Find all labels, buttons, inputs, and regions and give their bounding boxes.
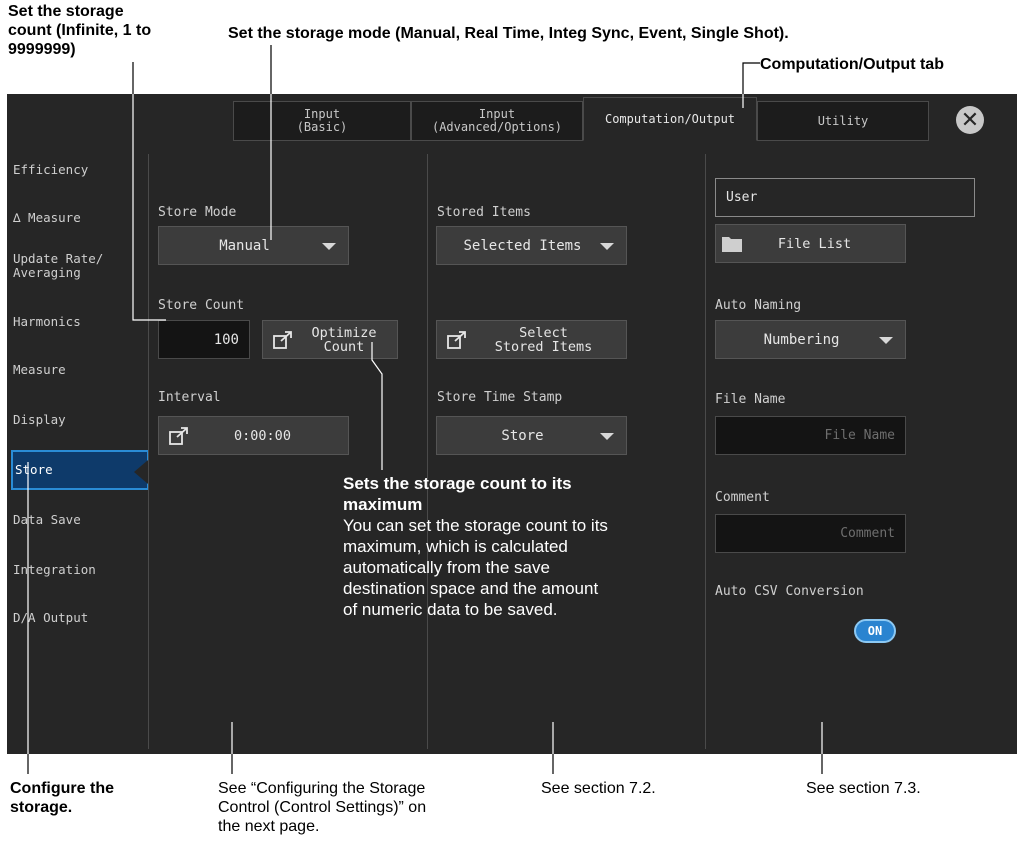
auto-naming-dropdown[interactable]: Numbering <box>715 320 906 359</box>
auto-csv-label: Auto CSV Conversion <box>715 584 864 599</box>
sidebar-item-label: Measure <box>13 362 66 377</box>
file-name-input[interactable]: File Name <box>715 416 906 455</box>
column-divider <box>148 154 149 749</box>
sidebar-item-label: Efficiency <box>13 162 89 177</box>
sidebar-item-label: D/A Output <box>13 610 89 625</box>
sidebar-item-update-rate[interactable]: Update Rate/Averaging <box>11 246 149 286</box>
store-count-input[interactable]: 100 <box>158 320 250 359</box>
annotation-line: Set the storage <box>8 3 124 20</box>
store-timestamp-label: Store Time Stamp <box>437 390 563 405</box>
leader-line <box>742 62 760 94</box>
sidebar-item-label: Harmonics <box>13 314 81 329</box>
annotation-optimize: Sets the storage count to its maximum Yo… <box>343 473 608 620</box>
tab-input-advanced[interactable]: Input (Advanced/Options) <box>411 101 583 141</box>
annotation-heading: Sets the storage count to its <box>343 474 572 493</box>
chevron-down-icon <box>879 337 893 344</box>
sidebar-item-data-save[interactable]: Data Save <box>11 500 149 540</box>
sidebar-item-efficiency[interactable]: Efficiency <box>11 150 149 190</box>
sidebar-item-integration[interactable]: Integration <box>11 550 149 590</box>
annotation-configure: Configure the storage. <box>10 779 114 817</box>
sidebar-item-measure[interactable]: Measure <box>11 350 149 390</box>
annotation-see-72: See section 7.2. <box>541 780 656 797</box>
button-label: Stored Items <box>494 338 593 355</box>
store-timestamp-value: Store <box>501 427 544 444</box>
interval-button[interactable]: 0:00:00 <box>158 416 349 455</box>
annotation-line: Configure the <box>10 780 114 797</box>
annotation-heading: maximum <box>343 495 423 514</box>
sidebar-item-label: Data Save <box>13 512 81 527</box>
close-icon[interactable]: ✕ <box>956 106 984 134</box>
annotation-line: Control (Control Settings)” on <box>218 799 427 816</box>
store-mode-label: Store Mode <box>158 205 237 220</box>
chevron-down-icon <box>600 433 614 440</box>
optimize-count-button[interactable]: Optimize Count <box>262 320 398 359</box>
annotation-line: storage. <box>10 799 73 816</box>
sidebar-item-label: Integration <box>13 562 96 577</box>
tab-label: Utility <box>817 113 869 128</box>
column-divider <box>427 154 428 749</box>
save-path-field[interactable]: User <box>715 178 975 217</box>
annotation-comp-tab: Computation/Output tab <box>760 56 944 73</box>
annotation-storage-mode: Set the storage mode (Manual, Real Time,… <box>228 25 789 42</box>
device-screen: Input (Basic) Input (Advanced/Options) Com… <box>7 94 1017 754</box>
button-label: File List <box>777 235 852 252</box>
sidebar-item-delta-measure[interactable]: ∆ Measure <box>11 198 149 238</box>
annotation-see-73: See section 7.3. <box>806 780 921 797</box>
sidebar-item-display[interactable]: Display <box>11 400 149 440</box>
store-mode-value: Manual <box>219 237 270 254</box>
chevron-down-icon <box>322 243 336 250</box>
external-link-icon <box>447 330 466 349</box>
annotation-line: the next page. <box>218 818 320 835</box>
sidebar-item-da-output[interactable]: D/A Output <box>11 598 149 638</box>
annotation-line: automatically from the save <box>343 558 550 577</box>
external-link-icon <box>273 330 292 349</box>
comment-label: Comment <box>715 490 770 505</box>
sidebar-item-label: Store <box>15 462 53 477</box>
select-stored-items-button[interactable]: Select Stored Items <box>436 320 627 359</box>
sidebar-item-label: Display <box>13 412 66 427</box>
stored-items-label: Stored Items <box>437 205 531 220</box>
store-mode-dropdown[interactable]: Manual <box>158 226 349 265</box>
annotation-line: maximum, which is calculated <box>343 537 568 556</box>
stored-items-value: Selected Items <box>463 237 582 254</box>
interval-value: 0:00:00 <box>234 427 291 444</box>
external-link-icon <box>169 426 188 445</box>
sidebar-item-label: Update Rate/ <box>13 251 104 266</box>
annotation-see-control: See “Configuring the Storage Control (Co… <box>218 779 426 836</box>
sidebar-item-store[interactable]: Store <box>11 450 149 490</box>
button-label: Select <box>519 324 568 341</box>
annotation-line: destination space and the amount <box>343 579 599 598</box>
annotation-storage-count: Set the storage count (Infinite, 1 to 99… <box>8 2 151 59</box>
annotation-line: count (Infinite, 1 to <box>8 22 152 39</box>
sidebar-item-label: Averaging <box>13 265 81 280</box>
selection-arrow-icon <box>134 460 148 484</box>
annotation-line: of numeric data to be saved. <box>343 600 558 619</box>
annotation-line: 9999999) <box>8 41 76 58</box>
button-label: Count <box>323 338 365 355</box>
annotation-line: You can set the storage count to its <box>343 516 608 535</box>
stored-items-dropdown[interactable]: Selected Items <box>436 226 627 265</box>
sidebar-item-harmonics[interactable]: Harmonics <box>11 302 149 342</box>
auto-csv-toggle[interactable]: ON <box>854 619 896 643</box>
tab-utility[interactable]: Utility <box>757 101 929 141</box>
auto-naming-label: Auto Naming <box>715 298 802 313</box>
auto-naming-value: Numbering <box>763 331 840 348</box>
tab-label: (Basic) <box>296 120 348 134</box>
annotation-line: See “Configuring the Storage <box>218 780 426 797</box>
tab-label: (Advanced/Options) <box>431 120 563 134</box>
comment-input[interactable]: Comment <box>715 514 906 553</box>
chevron-down-icon <box>600 243 614 250</box>
button-label: Optimize <box>311 324 377 341</box>
file-list-button[interactable]: File List <box>715 224 906 263</box>
store-timestamp-dropdown[interactable]: Store <box>436 416 627 455</box>
sidebar-item-label: ∆ Measure <box>13 210 81 225</box>
file-name-label: File Name <box>715 392 786 407</box>
tab-input-basic[interactable]: Input (Basic) <box>233 101 411 141</box>
folder-icon <box>722 236 742 252</box>
tab-computation-output[interactable]: Computation/Output <box>583 97 757 141</box>
store-count-label: Store Count <box>158 298 245 313</box>
column-divider <box>705 154 706 749</box>
interval-label: Interval <box>158 390 221 405</box>
tab-label: Computation/Output <box>604 111 736 126</box>
